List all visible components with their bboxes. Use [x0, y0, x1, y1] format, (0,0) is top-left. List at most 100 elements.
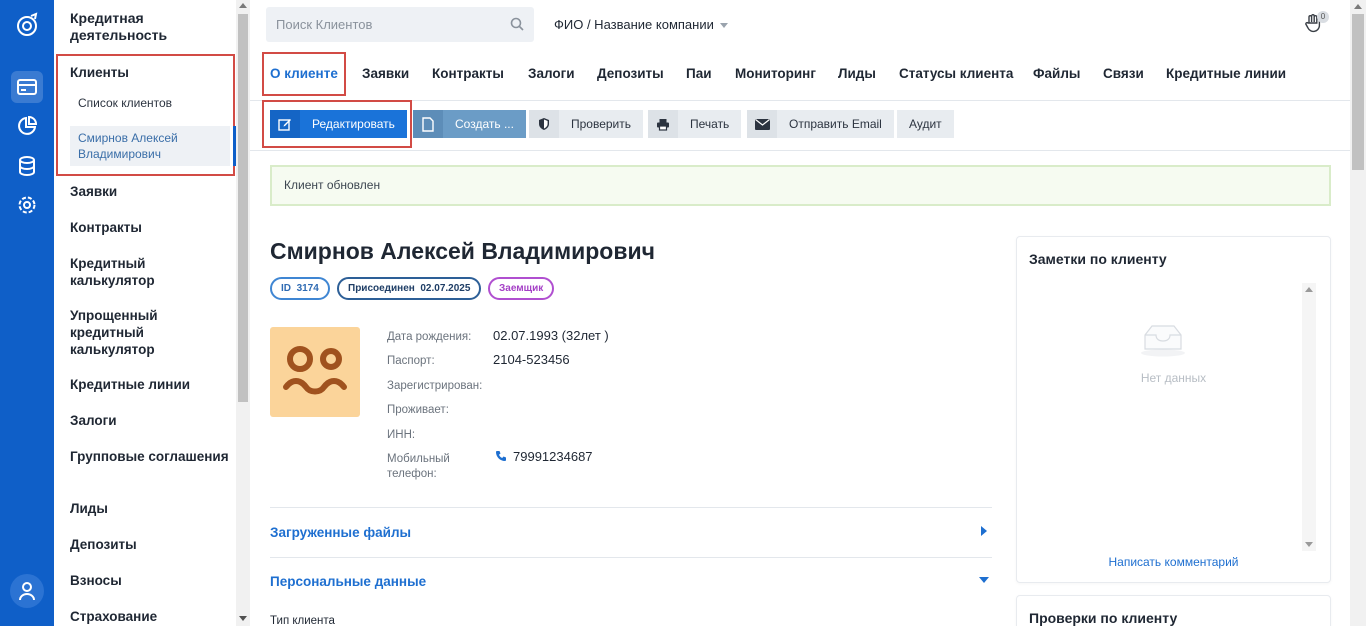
check-button[interactable]: Проверить	[529, 110, 644, 138]
tab-monitoring[interactable]: Мониторинг	[735, 52, 816, 96]
sidebar-item-credit-lines[interactable]: Кредитные линии	[70, 376, 230, 393]
scroll-down-arrow[interactable]	[1305, 542, 1313, 547]
scroll-thumb[interactable]	[238, 14, 248, 402]
joined-date-badge: Присоединен 02.07.2025	[337, 277, 482, 300]
checks-title: Проверки по клиенту	[1029, 610, 1178, 626]
tab-files[interactable]: Файлы	[1033, 52, 1080, 96]
sidebar-item-clients[interactable]: Клиенты	[70, 64, 230, 81]
client-name-heading: Смирнов Алексей Владимирович	[270, 238, 655, 264]
search-icon[interactable]	[510, 17, 524, 36]
sidebar-item-contributions[interactable]: Взносы	[70, 572, 230, 589]
sidebar-item-collaterals[interactable]: Залоги	[70, 412, 230, 429]
client-id-value: 3174	[296, 283, 319, 294]
page-scrollbar[interactable]	[1350, 0, 1366, 626]
personal-data-section[interactable]: Персональные данные	[270, 574, 426, 589]
search-input[interactable]	[266, 7, 496, 42]
edit-button-label: Редактировать	[312, 117, 395, 131]
notes-empty-text: Нет данных	[1140, 371, 1207, 385]
chevron-right-icon[interactable]	[981, 526, 987, 536]
chevron-down-icon[interactable]	[979, 577, 989, 583]
tabs-divider	[250, 100, 1350, 101]
print-button-label: Печать	[690, 117, 730, 131]
sidebar-item-contracts[interactable]: Контракты	[70, 219, 230, 236]
tab-leads[interactable]: Лиды	[838, 52, 876, 96]
tab-collaterals[interactable]: Залоги	[528, 52, 575, 96]
mobile-phone-label-line2: телефон:	[387, 468, 437, 480]
pie-chart-icon[interactable]	[11, 110, 43, 142]
sidebar-subitem-current-client[interactable]: Смирнов Алексей Владимирович	[70, 126, 236, 166]
sidebar-item-credit-calculator[interactable]: Кредитный калькулятор	[70, 255, 230, 289]
client-id-label: ID	[281, 283, 291, 294]
tab-deposits[interactable]: Депозиты	[597, 52, 664, 96]
document-icon	[413, 110, 443, 138]
scroll-up-arrow[interactable]	[1305, 287, 1313, 292]
sidebar-item-simple-calculator[interactable]: Упрощенный кредитный калькулятор	[70, 307, 230, 358]
phone-icon	[495, 450, 507, 465]
sidebar-item-deposits[interactable]: Депозиты	[70, 536, 230, 553]
send-email-button-label: Отправить Email	[789, 117, 882, 131]
edit-button[interactable]: Редактировать	[270, 110, 407, 138]
mobile-phone-value[interactable]: 79991234687	[495, 449, 593, 465]
mobile-phone-label: Мобильный телефон:	[387, 452, 450, 482]
edit-icon	[270, 110, 300, 138]
create-button-label: Создать ...	[455, 117, 514, 131]
search-mode-label: ФИО / Название компании	[554, 17, 714, 32]
scroll-down-arrow[interactable]	[239, 616, 247, 621]
notes-title: Заметки по клиенту	[1029, 251, 1167, 267]
printer-icon	[648, 110, 678, 138]
sidebar-item-insurance[interactable]: Страхование	[70, 608, 230, 625]
scroll-up-arrow[interactable]	[239, 3, 247, 8]
audit-button[interactable]: Аудит	[897, 110, 954, 138]
tab-contracts[interactable]: Контракты	[432, 52, 504, 96]
empty-inbox-icon	[1139, 323, 1187, 362]
chevron-down-icon	[719, 23, 728, 29]
notes-scrollbar[interactable]	[1302, 283, 1316, 551]
user-profile-icon[interactable]	[10, 574, 44, 608]
sidebar-section-title: Кредитная деятельность	[70, 10, 168, 43]
settings-gear-icon[interactable]	[11, 189, 43, 221]
tab-credit-lines[interactable]: Кредитные линии	[1166, 52, 1286, 96]
client-avatar[interactable]	[270, 327, 360, 417]
print-button[interactable]: Печать	[648, 110, 742, 138]
hand-raise-icon[interactable]: 0	[1304, 11, 1329, 39]
client-search	[266, 7, 534, 42]
client-type-label: Тип клиента	[270, 615, 335, 626]
app-logo-icon[interactable]	[11, 9, 43, 41]
tab-shares[interactable]: Паи	[686, 52, 712, 96]
notification-badge: 0	[1317, 11, 1329, 23]
birth-date-value: 02.07.1993 (32лет )	[493, 328, 609, 343]
tab-client-statuses[interactable]: Статусы клиента	[899, 52, 1013, 96]
lives-label: Проживает:	[387, 404, 449, 416]
tab-requests[interactable]: Заявки	[362, 52, 409, 96]
tab-about-client[interactable]: О клиенте	[262, 52, 346, 96]
tab-relations[interactable]: Связи	[1103, 52, 1144, 96]
client-role-badge: Заемщик	[488, 277, 555, 300]
scroll-up-arrow[interactable]	[1354, 4, 1362, 9]
secondary-sidebar: Кредитная деятельность Клиенты Список кл…	[54, 0, 236, 626]
sidebar-subitem-client-list[interactable]: Список клиентов	[78, 95, 172, 111]
main-content: ФИО / Название компании 0 О клиенте Заяв…	[250, 0, 1350, 626]
sidebar-item-leads[interactable]: Лиды	[70, 500, 230, 517]
write-comment-link[interactable]: Написать комментарий	[1017, 555, 1330, 569]
create-button[interactable]: Создать ...	[413, 110, 526, 138]
sidebar-scrollbar[interactable]	[236, 0, 250, 626]
icon-rail	[0, 0, 54, 626]
credit-card-icon[interactable]	[11, 71, 43, 103]
joined-label: Присоединен	[348, 283, 415, 294]
sidebar-item-requests[interactable]: Заявки	[70, 183, 230, 200]
current-client-label: Смирнов Алексей Владимирович	[78, 131, 178, 161]
scroll-thumb[interactable]	[1352, 14, 1364, 170]
audit-button-label: Аудит	[909, 117, 942, 131]
check-button-label: Проверить	[571, 117, 632, 131]
client-id-badge: ID 3174	[270, 277, 330, 300]
mobile-phone-number: 79991234687	[513, 449, 593, 464]
database-icon[interactable]	[11, 150, 43, 182]
uploaded-files-section[interactable]: Загруженные файлы	[270, 525, 411, 540]
birth-date-label: Дата рождения:	[387, 331, 472, 343]
send-email-button[interactable]: Отправить Email	[747, 110, 894, 138]
sidebar-item-group-agreements[interactable]: Групповые соглашения	[70, 448, 230, 465]
success-alert: Клиент обновлен	[270, 165, 1331, 206]
shield-icon	[529, 110, 559, 138]
section-divider	[270, 507, 992, 508]
search-mode-select[interactable]: ФИО / Название компании	[554, 17, 728, 32]
